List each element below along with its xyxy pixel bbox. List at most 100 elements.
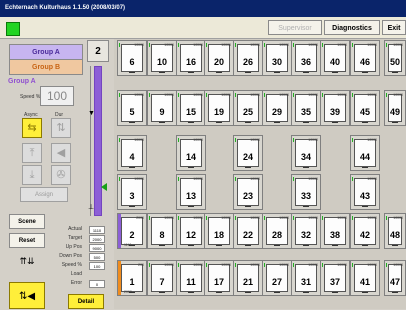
bar-cell-41[interactable]: 10000 41 [350,260,380,296]
move-up-icon[interactable]: ⤒ [22,143,42,163]
bar-cell-48[interactable]: 10000 48 [384,213,406,249]
bar-cell-dash [216,292,222,293]
bar-cell-2[interactable]: 2000 2 1110 [117,213,147,249]
bar-cell-dash [332,245,338,246]
reset-button[interactable]: Reset [9,233,45,248]
bar-cell-29[interactable]: 10000 29 [262,90,292,126]
bar-cell-15[interactable]: 10000 15 [176,90,206,126]
bar-cell-dash [245,167,251,168]
bar-cell-3[interactable]: 10000 3 [117,174,147,210]
bar-cell-46[interactable]: 10000 46 [350,40,380,76]
bar-cell-42[interactable]: 10000 42 [350,213,380,249]
group-b-button[interactable]: Group B [9,59,83,75]
move-down-icon[interactable]: ⤓ [22,165,42,185]
bar-cell-32[interactable]: 10000 32 [291,213,321,249]
bar-cell-20[interactable]: 10000 20 [204,40,234,76]
bar-cell-13[interactable]: 10000 13 [176,174,206,210]
bar-cell-number: 12 [185,230,196,240]
bar-cell-top-value: 10000 [367,138,377,142]
bar-cell-top-value: 10000 [308,138,318,142]
bar-cell-dash [159,122,165,123]
selected-bar-label: 2 [87,40,109,62]
target-value[interactable]: 2000 [89,235,105,243]
bar-cell-34[interactable]: 10000 34 [291,135,321,171]
bar-cell-23[interactable]: 10000 23 [233,174,263,210]
bar-cell-4[interactable]: 10000 4 [117,135,147,171]
bar-cell-28[interactable]: 10000 28 [262,213,292,249]
down-pos-value[interactable]: 500 [89,253,105,261]
bar-cell-7[interactable]: 10000 7 [147,260,177,296]
play-back-icon[interactable]: ◀ [51,143,71,163]
bar-cell-33[interactable]: 10000 33 [291,174,321,210]
bar-cell-39[interactable]: 10000 39 [320,90,350,126]
diagnostics-button[interactable]: Diagnostics [324,20,380,35]
bar-cell-43[interactable]: 10000 43 [350,174,380,210]
bar-cell-12[interactable]: 10000 12 [176,213,206,249]
bar-cell-21[interactable]: 10000 21 [233,260,263,296]
bar-cell-8[interactable]: 10000 8 [147,213,177,249]
bar-cell-top-value: 10000 [393,263,403,267]
assign-button[interactable]: Assign [20,187,68,202]
bar-cell-number: 24 [242,152,253,162]
bar-cell-17[interactable]: 10000 17 [204,260,234,296]
error-value: 0 [89,280,105,288]
group-label: Group A [8,78,36,85]
run-icon[interactable]: ✇ [51,165,71,185]
group-move-icon[interactable]: ⇅◀ [9,282,45,309]
bar-cell-40[interactable]: 10000 40 [320,40,350,76]
async-mode-icon[interactable]: ⇆ [22,118,42,138]
detail-button[interactable]: Detail [68,294,104,309]
bar-cell-25[interactable]: 10000 25 [233,90,263,126]
status-led-icon [119,43,120,47]
status-led-icon [178,263,179,267]
bar-cell-5[interactable]: 10000 5 [117,90,147,126]
bar-cell-47[interactable]: 10000 47 [384,260,406,296]
bar-cell-11[interactable]: 10000 11 [176,260,206,296]
bar-cell-27[interactable]: 10000 27 [262,260,292,296]
bar-cell-18[interactable]: 10000 18 [204,213,234,249]
bar-cell-number: 23 [242,191,253,201]
bar-cell-top-value: 10000 [221,263,231,267]
bar-cell-24[interactable]: 10000 24 [233,135,263,171]
bar-cell-22[interactable]: 10000 22 [233,213,263,249]
all-up-down-icon[interactable]: ⇈⇊ [14,252,40,274]
bar-cell-number: 45 [359,107,370,117]
bar-cell-49[interactable]: 10000 49 [384,90,406,126]
supervisor-button[interactable]: Supervisor [268,20,322,35]
bar-cell-1[interactable]: 200 1 2000 [117,260,147,296]
bar-cell-36[interactable]: 10000 36 [291,40,321,76]
bar-cell-dash [274,245,280,246]
exit-button[interactable]: Exit [382,20,406,35]
position-slider[interactable] [94,66,102,216]
scene-button[interactable]: Scene [9,214,45,229]
speed-pct-value[interactable]: 100 [89,262,105,270]
bar-cell-number: 4 [129,152,135,162]
bar-cell-10[interactable]: 10000 10 [147,40,177,76]
bar-cell-dash [362,122,368,123]
bar-cell-35[interactable]: 10000 35 [291,90,321,126]
bar-cell-26[interactable]: 10000 26 [233,40,263,76]
bar-cell-30[interactable]: 10000 30 [262,40,292,76]
bar-cell-number: 9 [159,107,165,117]
speed-value[interactable]: 100 [40,86,74,106]
bar-cell-9[interactable]: 10000 9 [147,90,177,126]
bar-cell-37[interactable]: 10000 37 [320,260,350,296]
status-led-icon [235,138,236,142]
group-a-button[interactable]: Group A [9,44,83,60]
dur-mode-icon[interactable]: ⇅ [51,118,71,138]
bar-cell-top-value: 10000 [250,138,260,142]
bar-cell-38[interactable]: 10000 38 [320,213,350,249]
status-led-icon [206,43,207,47]
bar-cell-14[interactable]: 10000 14 [176,135,206,171]
bar-cell-16[interactable]: 10000 16 [176,40,206,76]
bar-cell-number: 5 [129,107,135,117]
bar-cell-44[interactable]: 10000 44 [350,135,380,171]
target-marker-icon[interactable] [101,183,107,191]
bar-cell-31[interactable]: 10000 31 [291,260,321,296]
bar-cell-19[interactable]: 10000 19 [204,90,234,126]
bar-cell-number: 22 [242,230,253,240]
bar-cell-45[interactable]: 10000 45 [350,90,380,126]
bar-cell-6[interactable]: 10000 6 [117,40,147,76]
bar-cell-50[interactable]: 10000 50 [384,40,406,76]
up-pos-value[interactable]: 9000 [89,244,105,252]
